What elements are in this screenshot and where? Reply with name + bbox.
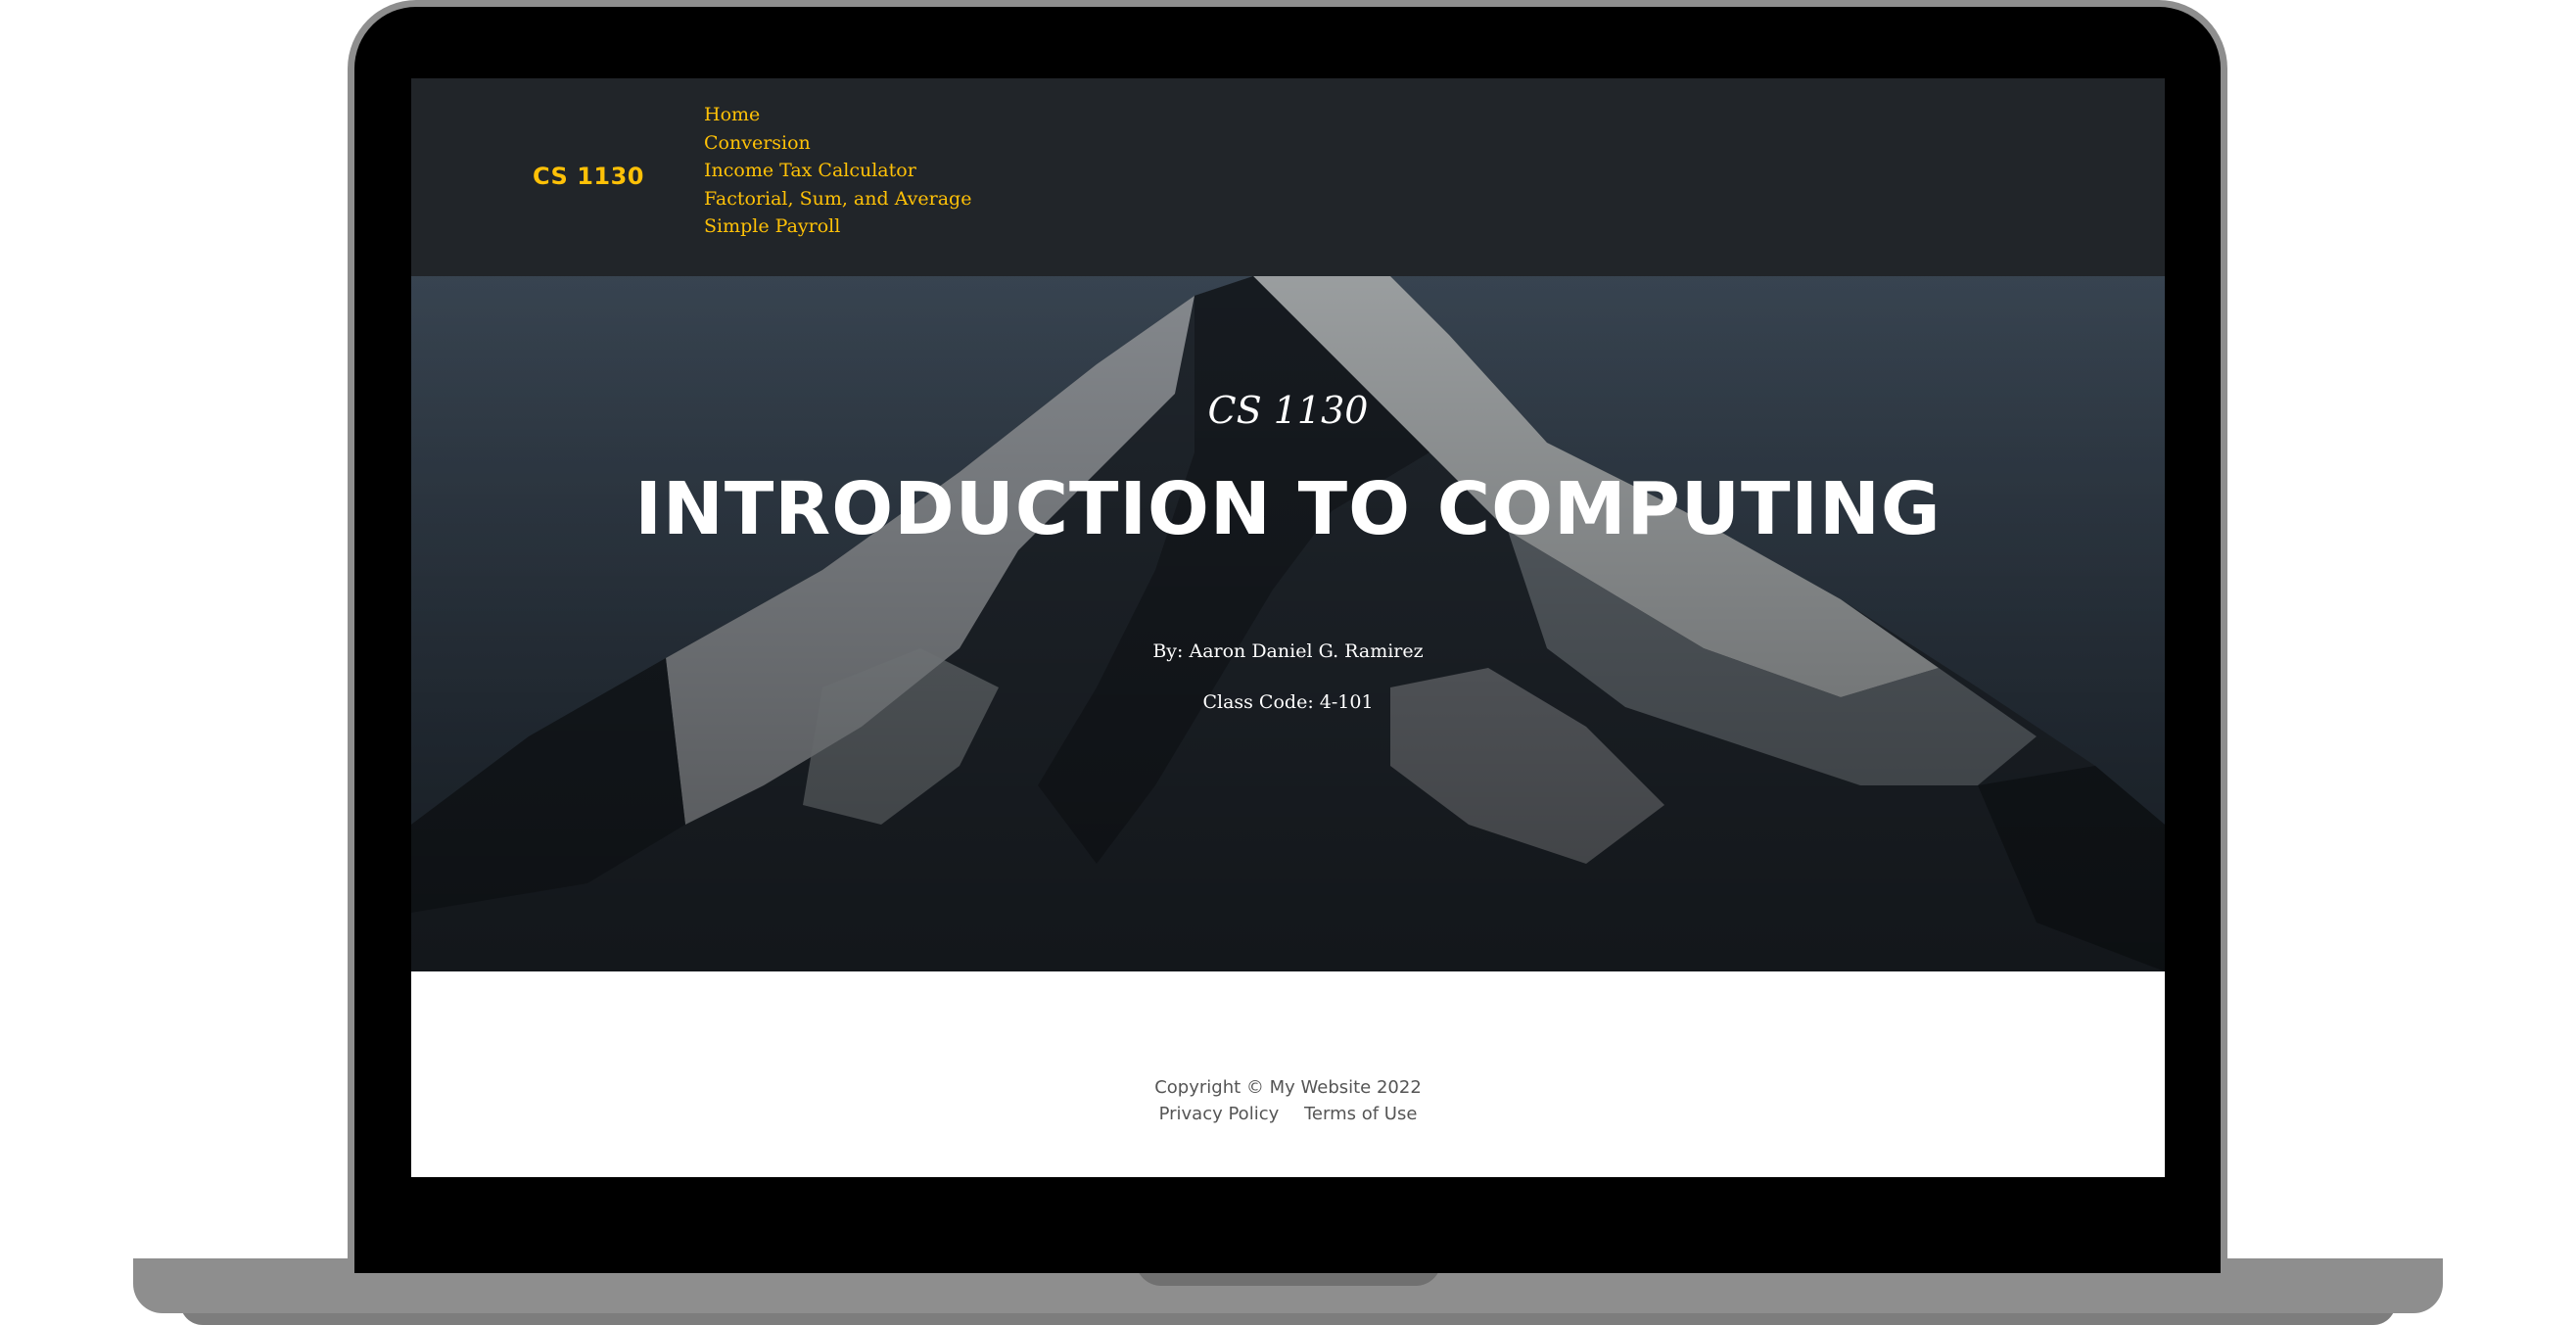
hero-author: By: Aaron Daniel G. Ramirez xyxy=(1152,640,1424,662)
nav-item-income-tax: Income Tax Calculator xyxy=(704,157,971,185)
terms-of-use-link[interactable]: Terms of Use xyxy=(1304,1104,1417,1124)
nav-link-home[interactable]: Home xyxy=(704,104,760,125)
nav-link-income-tax[interactable]: Income Tax Calculator xyxy=(704,160,916,181)
hero-subtitle: CS 1130 xyxy=(1207,389,1369,432)
nav-link-conversion[interactable]: Conversion xyxy=(704,132,811,154)
privacy-policy-link[interactable]: Privacy Policy xyxy=(1159,1104,1280,1124)
nav-link-payroll[interactable]: Simple Payroll xyxy=(704,215,840,237)
nav-item-conversion: Conversion xyxy=(704,129,971,158)
nav-item-home: Home xyxy=(704,101,971,129)
laptop-mockup: CS 1130 Home Conversion Income Tax Calcu… xyxy=(0,0,2576,1325)
hero-title: INTRODUCTION TO COMPUTING xyxy=(634,467,1942,551)
nav-list: Home Conversion Income Tax Calculator Fa… xyxy=(704,101,971,241)
nav-item-factorial: Factorial, Sum, and Average xyxy=(704,185,971,213)
browser-screen: CS 1130 Home Conversion Income Tax Calcu… xyxy=(411,78,2165,1177)
nav-link-factorial[interactable]: Factorial, Sum, and Average xyxy=(704,188,971,210)
mountain-background-image xyxy=(411,276,2165,971)
nav-item-payroll: Simple Payroll xyxy=(704,213,971,241)
hero-class-code: Class Code: 4-101 xyxy=(1202,691,1374,713)
footer-links: Privacy Policy Terms of Use xyxy=(411,1104,2165,1124)
hero-section: CS 1130 INTRODUCTION TO COMPUTING By: Aa… xyxy=(411,276,2165,971)
navbar-brand[interactable]: CS 1130 xyxy=(533,163,644,190)
navbar: CS 1130 Home Conversion Income Tax Calcu… xyxy=(411,78,2165,276)
copyright-text: Copyright © My Website 2022 xyxy=(1154,1077,1422,1098)
footer: Copyright © My Website 2022 Privacy Poli… xyxy=(411,971,2165,1177)
